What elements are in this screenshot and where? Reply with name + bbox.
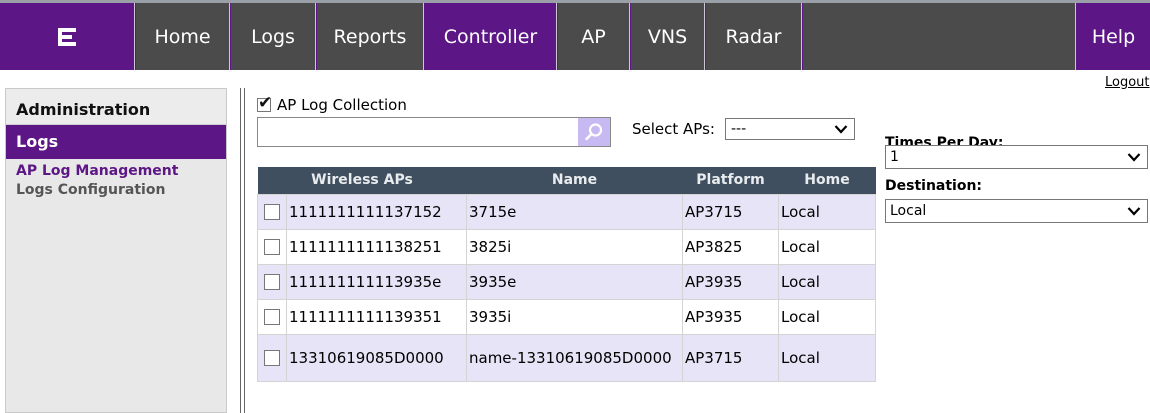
- destination-select[interactable]: Local: [885, 199, 1148, 223]
- row-checkbox[interactable]: [264, 274, 280, 290]
- select-aps-dropdown[interactable]: ---: [725, 118, 855, 140]
- cell-name: 3935e: [466, 263, 683, 300]
- destination-label: Destination:: [885, 178, 983, 194]
- cell-platform: AP3825: [682, 228, 779, 265]
- sidebar-link-ap-log-management[interactable]: AP Log Management: [6, 162, 226, 181]
- chevron-down-icon: [1127, 148, 1141, 166]
- search-input[interactable]: [258, 118, 576, 146]
- cell-home: Local: [778, 333, 876, 382]
- tab-home[interactable]: Home: [136, 3, 230, 70]
- row-checkbox-cell: [257, 228, 287, 265]
- wireless-aps-table: Wireless APs Name Platform Home 11111111…: [257, 167, 876, 382]
- cell-platform: AP3715: [682, 193, 779, 230]
- cell-name: 3935i: [466, 298, 683, 335]
- table-row[interactable]: 13310619085D0000 name-13310619085D0000 A…: [257, 333, 876, 382]
- cell-wireless-ap: 1111111111138251: [286, 228, 467, 265]
- panel-divider[interactable]: [240, 88, 245, 413]
- search-field: [257, 117, 611, 147]
- help-link[interactable]: Help: [1077, 3, 1150, 70]
- logo[interactable]: [0, 3, 135, 70]
- row-checkbox[interactable]: [264, 204, 280, 220]
- top-navigation: Home Logs Reports Controller AP VNS Rada…: [0, 0, 1150, 70]
- checkmark-icon: ✔: [258, 93, 273, 113]
- select-aps-value: ---: [731, 121, 747, 137]
- cell-name: 3715e: [466, 193, 683, 230]
- sidebar-link-logs-configuration[interactable]: Logs Configuration: [6, 181, 226, 200]
- row-checkbox-cell: [257, 193, 287, 230]
- chevron-down-icon: [834, 120, 848, 138]
- row-checkbox[interactable]: [264, 239, 280, 255]
- table-header-row: Wireless APs Name Platform Home: [257, 167, 876, 194]
- ap-log-collection-label: AP Log Collection: [277, 96, 407, 114]
- cell-home: Local: [778, 193, 876, 230]
- times-per-day-value: 1: [890, 149, 899, 165]
- tab-radar[interactable]: Radar: [706, 3, 802, 70]
- cell-wireless-ap: 111111111113935e: [286, 263, 467, 300]
- select-aps-label: Select APs:: [632, 120, 715, 138]
- search-button[interactable]: [578, 118, 610, 146]
- cell-name: name-13310619085D0000: [466, 333, 683, 382]
- ap-log-collection-checkbox[interactable]: ✔: [257, 93, 273, 113]
- cell-name: 3825i: [466, 228, 683, 265]
- row-checkbox-cell: [257, 298, 287, 335]
- times-per-day-select[interactable]: 1: [885, 145, 1148, 169]
- col-header-wireless-aps[interactable]: Wireless APs: [257, 167, 467, 194]
- col-header-home[interactable]: Home: [778, 167, 876, 194]
- col-header-name[interactable]: Name: [466, 167, 683, 194]
- row-checkbox-cell: [257, 263, 287, 300]
- cell-platform: AP3935: [682, 298, 779, 335]
- logout-link[interactable]: Logout: [1105, 75, 1150, 90]
- row-checkbox-cell: [257, 333, 287, 382]
- destination-value: Local: [890, 203, 927, 219]
- col-header-platform[interactable]: Platform: [682, 167, 779, 194]
- tab-logs[interactable]: Logs: [231, 3, 316, 70]
- tab-ap[interactable]: AP: [558, 3, 630, 70]
- table-row[interactable]: 1111111111137152 3715e AP3715 Local: [257, 193, 876, 230]
- cell-platform: AP3715: [682, 333, 779, 382]
- cell-wireless-ap: 13310619085D0000: [286, 333, 467, 382]
- cell-wireless-ap: 1111111111139351: [286, 298, 467, 335]
- nav-spacer: [803, 3, 1076, 70]
- cell-platform: AP3935: [682, 263, 779, 300]
- sidebar-section-administration[interactable]: Administration: [6, 89, 226, 125]
- search-icon: [585, 123, 603, 141]
- cell-home: Local: [778, 298, 876, 335]
- tab-vns[interactable]: VNS: [631, 3, 705, 70]
- row-checkbox[interactable]: [264, 309, 280, 325]
- table-row[interactable]: 1111111111138251 3825i AP3825 Local: [257, 228, 876, 265]
- cell-wireless-ap: 1111111111137152: [286, 193, 467, 230]
- extreme-networks-logo-icon: [58, 27, 76, 46]
- cell-home: Local: [778, 228, 876, 265]
- table-row[interactable]: 1111111111139351 3935i AP3935 Local: [257, 298, 876, 335]
- row-checkbox[interactable]: [264, 350, 280, 366]
- sidebar-item-logs[interactable]: Logs: [6, 125, 226, 159]
- table-row[interactable]: 111111111113935e 3935e AP3935 Local: [257, 263, 876, 300]
- ap-log-collection: ✔ AP Log Collection: [257, 93, 407, 114]
- tab-controller[interactable]: Controller: [425, 3, 557, 70]
- cell-home: Local: [778, 263, 876, 300]
- chevron-down-icon: [1127, 202, 1141, 220]
- tab-reports[interactable]: Reports: [317, 3, 424, 70]
- sidebar: Administration Logs AP Log Management Lo…: [5, 88, 227, 413]
